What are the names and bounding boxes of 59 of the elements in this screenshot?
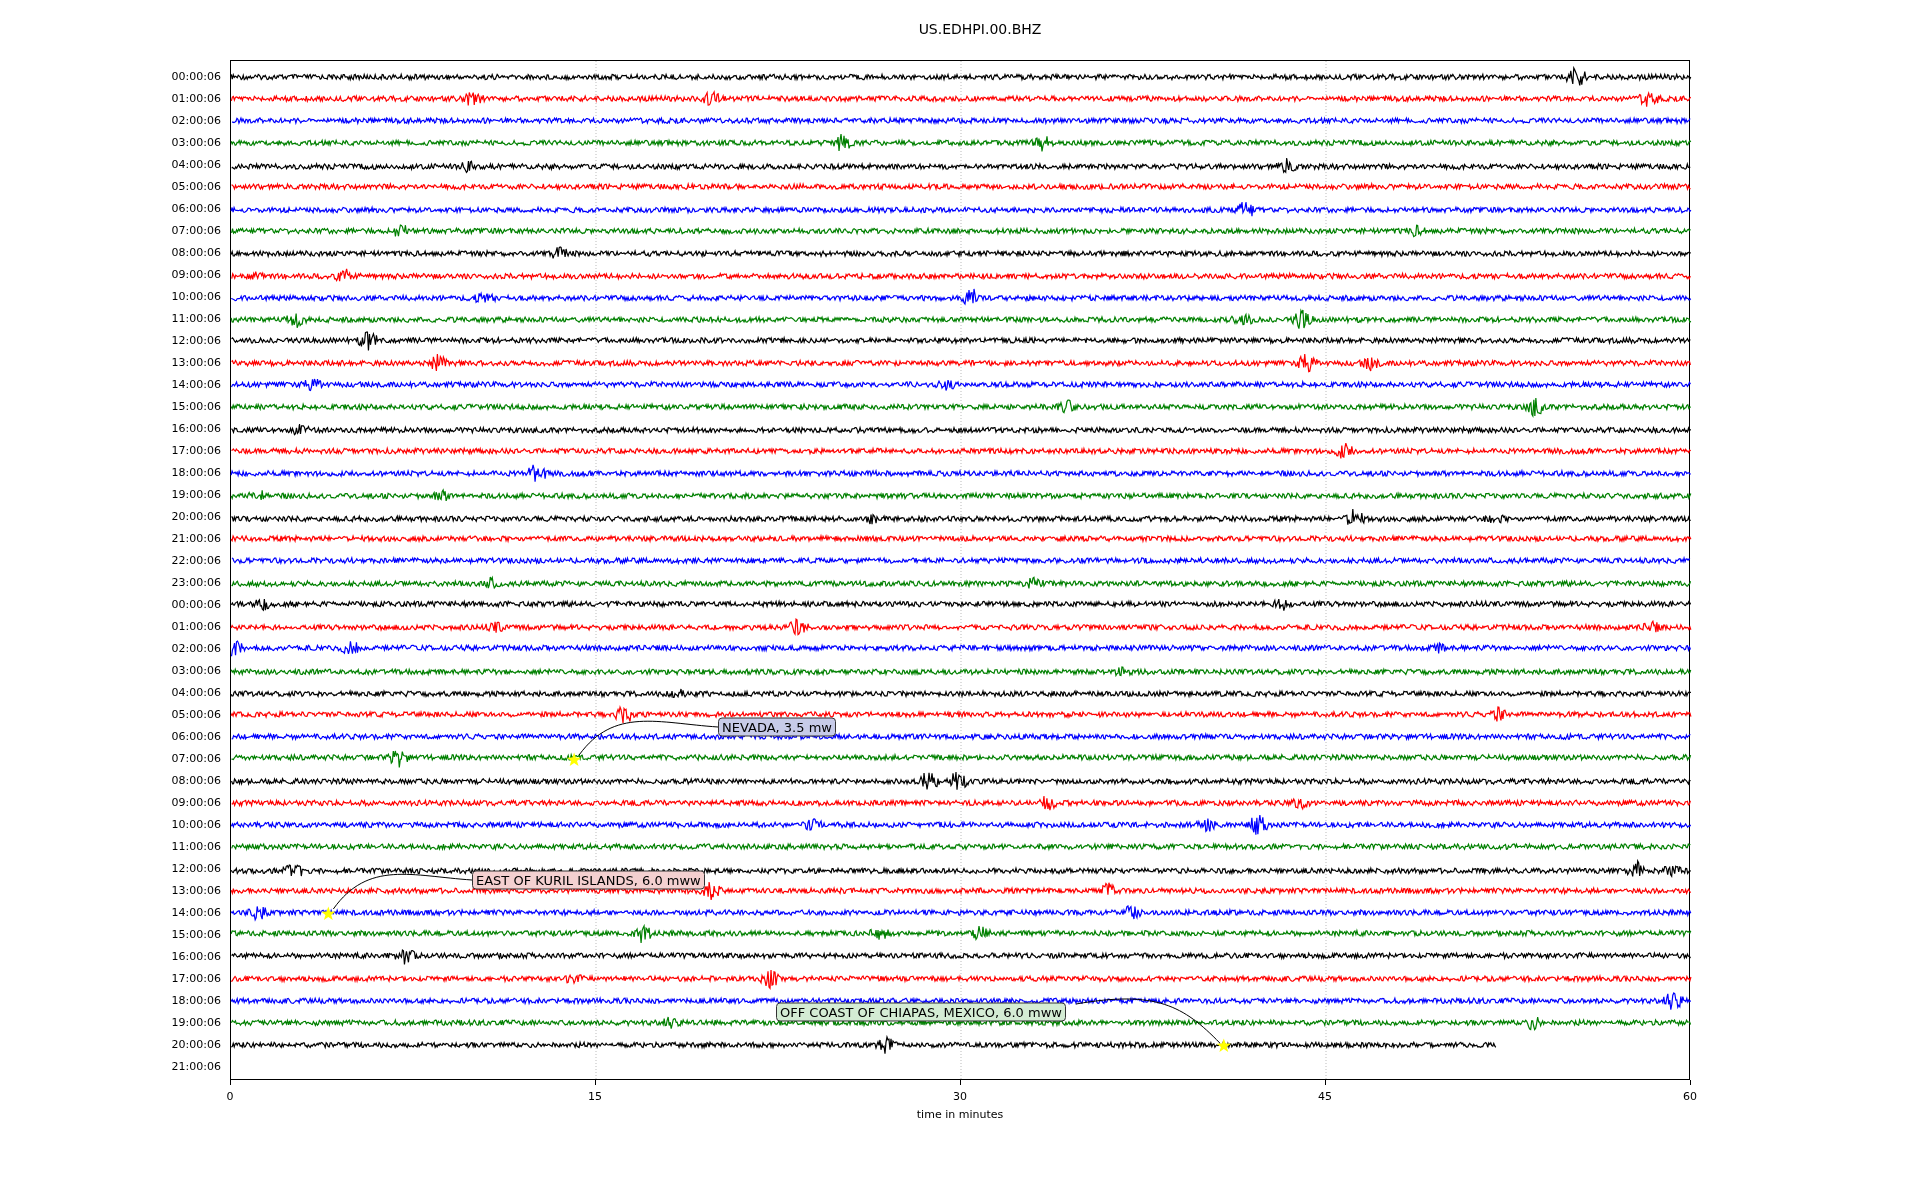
time-label: 09:00:06 [171, 268, 221, 281]
time-label: 03:00:06 [171, 136, 221, 149]
time-label: 16:00:06 [171, 422, 221, 435]
time-label: 08:00:06 [171, 774, 221, 787]
time-label: 17:00:06 [171, 444, 221, 457]
time-label: 08:00:06 [171, 246, 221, 259]
time-label: 15:00:06 [171, 400, 221, 413]
time-label: 17:00:06 [171, 972, 221, 985]
tick-label: 0 [226, 1090, 234, 1103]
tick-label: 45 [1318, 1090, 1332, 1103]
time-label: 20:00:06 [171, 1038, 221, 1051]
time-label: 23:00:06 [171, 576, 221, 589]
time-label: 05:00:06 [171, 708, 221, 721]
time-label: 22:00:06 [171, 554, 221, 567]
time-label: 16:00:06 [171, 950, 221, 963]
tick-label: 30 [953, 1090, 967, 1103]
time-label: 10:00:06 [171, 290, 221, 303]
time-label: 12:00:06 [171, 334, 221, 347]
time-label: 11:00:06 [171, 312, 221, 325]
time-label: 10:00:06 [171, 818, 221, 831]
time-label: 00:00:06 [171, 70, 221, 83]
time-label: 02:00:06 [171, 642, 221, 655]
time-label: 05:00:06 [171, 180, 221, 193]
time-label: 09:00:06 [171, 796, 221, 809]
star-icon [321, 906, 336, 921]
tick-label: 15 [588, 1090, 602, 1103]
time-label: 06:00:06 [171, 730, 221, 743]
time-label: 20:00:06 [171, 510, 221, 523]
time-label: 19:00:06 [171, 488, 221, 501]
time-label: 12:00:06 [171, 862, 221, 875]
time-label: 15:00:06 [171, 928, 221, 941]
time-label: 13:00:06 [171, 884, 221, 897]
star-icon [1216, 1038, 1231, 1053]
time-label: 21:00:06 [171, 1060, 221, 1073]
time-label: 07:00:06 [171, 752, 221, 765]
time-label: 03:00:06 [171, 664, 221, 677]
time-label: 06:00:06 [171, 202, 221, 215]
plot-title: US.EDHPI.00.BHZ [917, 20, 1043, 39]
time-label: 18:00:06 [171, 994, 221, 1007]
event-label: OFF COAST OF CHIAPAS, MEXICO, 6.0 mww [776, 1002, 1066, 1022]
star-icon [567, 752, 582, 767]
time-label: 01:00:06 [171, 92, 221, 105]
time-label: 19:00:06 [171, 1016, 221, 1029]
time-label: 11:00:06 [171, 840, 221, 853]
time-label: 04:00:06 [171, 686, 221, 699]
time-label: 14:00:06 [171, 378, 221, 391]
time-label: 00:00:06 [171, 598, 221, 611]
event-label: EAST OF KURIL ISLANDS, 6.0 mww [472, 870, 705, 890]
time-label: 04:00:06 [171, 158, 221, 171]
time-label: 01:00:06 [171, 620, 221, 633]
time-label: 07:00:06 [171, 224, 221, 237]
axis-label: time in minutes [916, 1108, 1004, 1121]
event-label: NEVADA, 3.5 mw [718, 717, 836, 737]
time-label: 14:00:06 [171, 906, 221, 919]
time-label: 02:00:06 [171, 114, 221, 127]
tick-label: 60 [1683, 1090, 1697, 1103]
time-label: 21:00:06 [171, 532, 221, 545]
time-label: 13:00:06 [171, 356, 221, 369]
time-label: 18:00:06 [171, 466, 221, 479]
